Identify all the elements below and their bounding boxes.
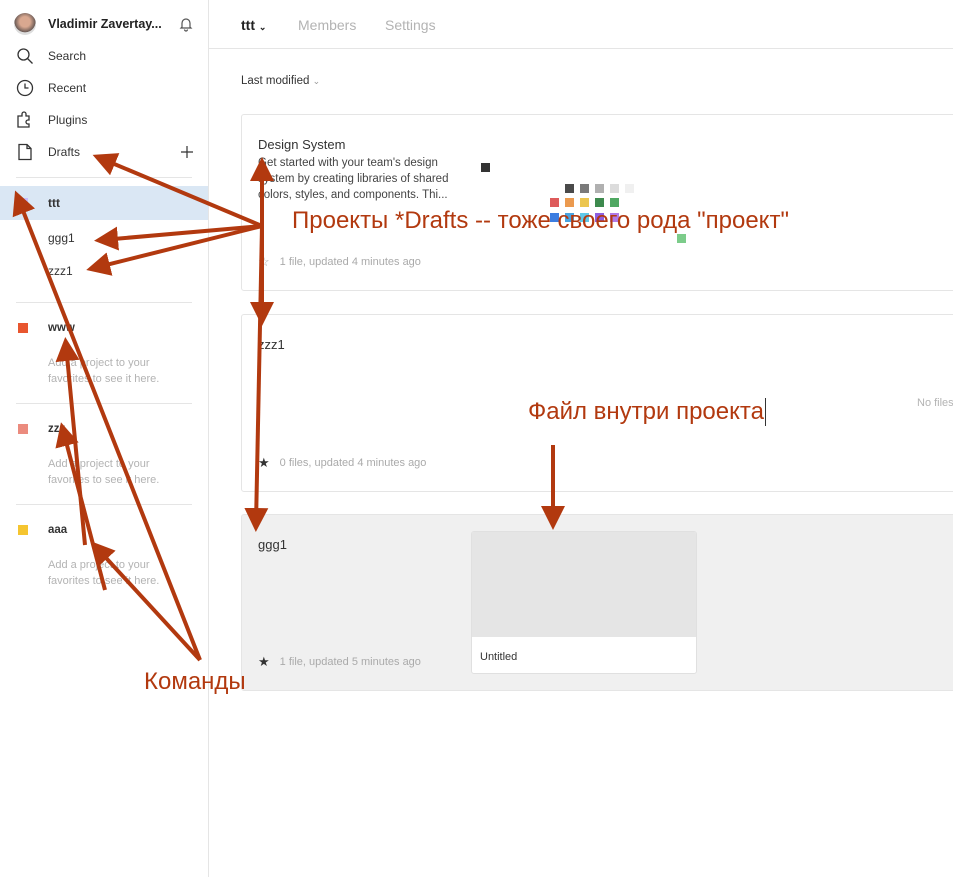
card-title: Design System <box>258 137 346 152</box>
team-name: ttt <box>241 17 255 33</box>
project-item-ttt[interactable]: ttt <box>0 186 208 220</box>
project-label: ggg1 <box>48 231 75 245</box>
divider <box>16 302 192 303</box>
team-hint: Add a project to your favorites to see i… <box>48 357 160 385</box>
file-icon <box>18 143 32 161</box>
project-label: ttt <box>48 196 60 210</box>
team-color-swatch <box>18 323 28 333</box>
team-color-swatch <box>18 198 28 208</box>
chevron-down-icon: ⌄ <box>258 22 267 32</box>
nav-label: Search <box>48 49 87 63</box>
team-hint: Add a project to your favorites to see i… <box>48 458 160 486</box>
team-switcher[interactable]: ttt ⌄ <box>241 17 266 33</box>
divider <box>16 504 192 505</box>
team-color-swatch <box>18 525 28 535</box>
star-filled-icon[interactable]: ★ <box>258 455 270 471</box>
tab-members[interactable]: Members <box>298 17 356 33</box>
file-thumbnail[interactable]: Untitled <box>471 531 697 674</box>
nav-recent[interactable]: Recent <box>16 78 194 98</box>
team-label: www <box>48 322 75 334</box>
search-icon <box>17 48 33 64</box>
plus-icon[interactable] <box>180 145 194 159</box>
team-item-www[interactable]: www <box>18 322 75 334</box>
nav-label: Plugins <box>48 113 88 127</box>
nav-search[interactable]: Search <box>16 46 194 66</box>
star-outline-icon[interactable]: ☆ <box>258 254 270 270</box>
team-item-aaa[interactable]: aaa <box>18 524 67 536</box>
file-name: Untitled <box>480 651 518 663</box>
user-name: Vladimir Zavertay... <box>48 17 162 31</box>
divider <box>16 177 192 178</box>
sidebar: Vladimir Zavertay... Search Recent Plugi… <box>0 0 209 877</box>
plugin-icon <box>17 111 30 128</box>
card-meta-text: 0 files, updated 4 minutes ago <box>279 457 427 469</box>
file-preview <box>472 532 696 637</box>
card-meta: ★ 0 files, updated 4 minutes ago <box>258 455 426 471</box>
project-card-ggg1[interactable]: ggg1 Untitled ★ 1 file, updated 5 minutes… <box>241 514 953 691</box>
clock-icon <box>16 79 34 97</box>
nav-label: Drafts <box>48 145 81 159</box>
annotation-teams: Команды <box>144 668 246 695</box>
project-card-design-system[interactable]: Design System Get started with your team… <box>241 114 953 291</box>
header: ttt ⌄ Members Settings <box>209 0 953 49</box>
card-title: ggg1 <box>258 537 287 552</box>
annotation-file: Файл внутри проекта <box>528 398 766 426</box>
project-item-zzz1[interactable]: zzz1 <box>0 254 208 288</box>
nav-plugins[interactable]: Plugins <box>16 110 194 130</box>
user-menu[interactable]: Vladimir Zavertay... <box>14 13 194 35</box>
no-files-text: No files <box>917 397 953 409</box>
team-color-swatch <box>18 424 28 434</box>
project-item-ggg1[interactable]: ggg1 <box>0 221 208 255</box>
card-meta: ☆ 1 file, updated 4 minutes ago <box>258 254 421 270</box>
divider <box>16 403 192 404</box>
project-label: zzz1 <box>48 264 73 278</box>
nav-label: Recent <box>48 81 87 95</box>
team-label: aaa <box>48 524 68 536</box>
star-filled-icon[interactable]: ★ <box>258 654 270 670</box>
card-description: Get started with your team's design syst… <box>258 157 449 201</box>
avatar <box>14 13 36 35</box>
chevron-down-icon: ⌄ <box>312 76 321 86</box>
team-hint: Add a project to your favorites to see i… <box>48 559 160 587</box>
team-item-zzz[interactable]: zzz <box>18 423 65 435</box>
card-meta-text: 1 file, updated 5 minutes ago <box>279 656 421 668</box>
sort-label: Last modified <box>241 75 310 87</box>
card-meta-text: 1 file, updated 4 minutes ago <box>279 256 421 268</box>
tab-settings[interactable]: Settings <box>385 17 436 33</box>
sort-dropdown[interactable]: Last modified ⌄ <box>241 75 320 87</box>
annotation-projects: Проекты *Drafts -- тоже своего рода "про… <box>292 207 789 234</box>
card-title: zzz1 <box>258 337 285 352</box>
team-label: zzz <box>48 423 66 435</box>
nav-drafts[interactable]: Drafts <box>16 142 194 162</box>
bell-icon[interactable] <box>178 16 194 32</box>
card-meta: ★ 1 file, updated 5 minutes ago <box>258 654 421 670</box>
